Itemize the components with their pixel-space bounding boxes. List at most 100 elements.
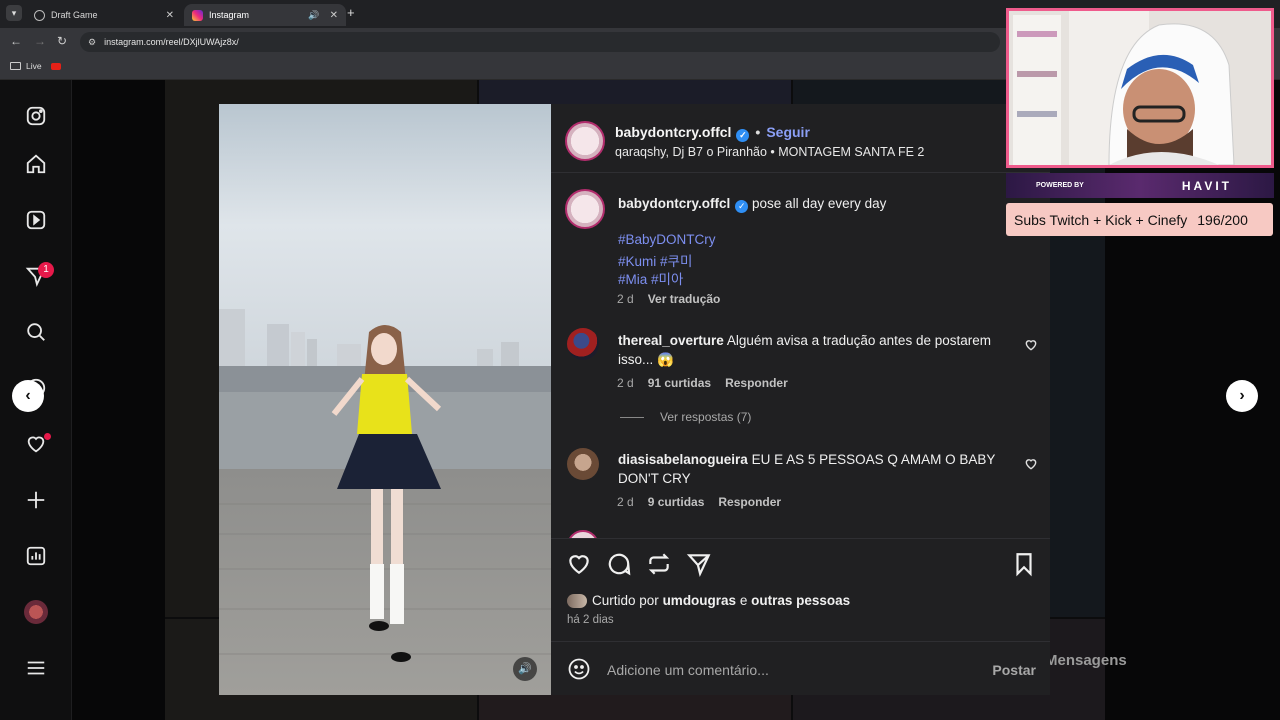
liked-by-prefix: Curtido por (592, 593, 659, 608)
comment-meta: 2 d 9 curtidas Responder (617, 495, 795, 509)
globe-icon (34, 9, 45, 21)
liked-by: Curtido por umdougras e outras pessoas (567, 593, 850, 608)
bookmark-label: Live (26, 61, 42, 71)
reload-icon[interactable]: ↻ (57, 34, 67, 48)
comment-meta: 2 d 91 curtidas Responder (617, 376, 802, 390)
comment-age: 2 d (617, 376, 634, 390)
url-input[interactable]: ⚙ instagram.com/reel/DXjlUWAjz8x/ (80, 32, 1000, 52)
view-replies-label: Ver respostas (7) (660, 410, 752, 424)
verified-badge-icon: ✓ (736, 129, 750, 142)
comment: diasisabelanogueira EU E AS 5 PESSOAS Q … (618, 450, 1008, 488)
subs-label: Subs Twitch + Kick + Cinefy (1014, 211, 1188, 228)
liked-by-user[interactable]: umdougras (663, 593, 737, 608)
replies-line (620, 416, 644, 418)
notification-dot (44, 433, 51, 440)
translate-link[interactable]: Ver tradução (648, 292, 721, 306)
partial-comment-avatar (567, 530, 599, 538)
hashtag-line[interactable]: #BabyDONTCry (618, 232, 716, 247)
bookmark-live[interactable]: Live (10, 61, 61, 71)
subs-goal: Subs Twitch + Kick + Cinefy 196/200 (1006, 203, 1273, 236)
caption-text: pose all day every day (752, 196, 887, 211)
comment-composer: Adicione um comentário... Postar (551, 641, 1050, 695)
comment-avatar[interactable] (567, 328, 599, 360)
caption-age: 2 d (617, 292, 634, 306)
caption-avatar[interactable] (565, 189, 605, 229)
home-icon[interactable] (24, 152, 48, 176)
reply-button[interactable]: Responder (725, 376, 788, 390)
tab-label: Instagram (209, 10, 250, 20)
folder-icon (10, 62, 21, 70)
verified-badge-icon: ✓ (735, 200, 749, 213)
instagram-logo-icon[interactable] (24, 104, 48, 128)
next-post-button[interactable]: › (1226, 380, 1258, 412)
comment-likes[interactable]: 91 curtidas (648, 376, 711, 390)
comment-likes[interactable]: 9 curtidas (648, 495, 705, 509)
emoji-icon[interactable] (567, 657, 591, 681)
back-arrow-icon[interactable]: ← (10, 34, 22, 48)
sponsor-banner: POWERED BY HAVIT (1006, 173, 1274, 198)
comment-avatar[interactable] (567, 448, 599, 480)
previous-post-button[interactable]: ‹ (12, 380, 44, 412)
subs-count: 196/200 (1197, 211, 1248, 228)
tab-instagram[interactable]: Instagram 🔊 ✕ (184, 4, 346, 26)
repost-icon[interactable] (646, 551, 672, 577)
dot-separator: • (755, 124, 761, 140)
audio-track[interactable]: qaraqshy, Dj B7 o Piranhão • MONTAGEM SA… (615, 145, 924, 159)
url-text: instagram.com/reel/DXjlUWAjz8x/ (104, 37, 239, 47)
menu-icon[interactable] (24, 656, 48, 680)
like-comment-icon[interactable] (1024, 338, 1038, 352)
forward-arrow-icon[interactable]: → (34, 34, 46, 48)
create-icon[interactable] (24, 488, 48, 512)
post-comment-button[interactable]: Postar (992, 662, 1036, 678)
reply-button[interactable]: Responder (718, 495, 781, 509)
messages-label[interactable]: Mensagens (1045, 652, 1127, 669)
follow-button[interactable]: Seguir (766, 124, 810, 140)
comment: thereal_overture Alguém avisa a tradução… (618, 331, 1008, 369)
save-icon[interactable] (1011, 551, 1037, 577)
post-header: babydontcry.offcl ✓ • Seguir (615, 124, 810, 142)
site-settings-icon[interactable]: ⚙ (88, 37, 96, 48)
video-frame (219, 104, 551, 695)
tab-draft-game[interactable]: Draft Game ✕ (26, 4, 182, 26)
sponsor-powered-label: POWERED BY (1036, 182, 1084, 189)
comment-username[interactable]: thereal_overture (618, 333, 724, 348)
comment-age: 2 d (617, 495, 634, 509)
post-actions (551, 538, 1050, 588)
liked-by-avatars (567, 593, 587, 608)
liked-by-others[interactable]: outras pessoas (751, 593, 850, 608)
like-icon[interactable] (566, 551, 592, 577)
new-tab-button[interactable]: + (347, 6, 355, 20)
comment-input[interactable]: Adicione um comentário... (607, 662, 769, 678)
tab-search-button[interactable]: ▾ (6, 5, 22, 21)
caption: babydontcry.offcl ✓ pose all day every da… (618, 195, 1018, 213)
comment-username[interactable]: diasisabelanogueira (618, 452, 748, 467)
caption-username[interactable]: babydontcry.offcl (618, 196, 730, 211)
tab-label: Draft Game (51, 10, 98, 20)
webcam-feed (1009, 11, 1271, 165)
liked-by-mid: e (739, 593, 748, 608)
reel-video[interactable]: 🔊 (219, 104, 551, 695)
reels-icon[interactable] (24, 208, 48, 232)
screen: ▾ Draft Game ✕ Instagram 🔊 ✕ + ← → ↻ ⚙ i… (0, 0, 1280, 720)
like-comment-icon[interactable] (1024, 457, 1038, 471)
dashboard-icon[interactable] (24, 544, 48, 568)
instagram-favicon-icon (192, 9, 203, 21)
author-avatar[interactable] (565, 121, 605, 161)
caption-meta: 2 d Ver tradução (617, 292, 734, 306)
comment-icon[interactable] (606, 551, 632, 577)
sponsor-brand: HAVIT (1181, 178, 1232, 193)
search-icon[interactable] (24, 320, 48, 344)
hashtag-line[interactable]: #Mia #미아 (618, 268, 683, 288)
hashtag-line[interactable]: #Kumi #쿠미 (618, 250, 692, 270)
post-age: há 2 dias (567, 614, 614, 626)
audio-toggle-icon[interactable]: 🔊 (513, 657, 537, 681)
view-replies-button[interactable]: Ver respostas (7) (620, 410, 751, 424)
notification-badge: 1 (38, 262, 54, 278)
speaker-icon[interactable]: 🔊 (308, 10, 319, 21)
profile-avatar-icon[interactable] (24, 600, 48, 624)
close-tab-icon[interactable]: ✕ (330, 10, 338, 21)
webcam-overlay (1006, 8, 1274, 168)
author-username[interactable]: babydontcry.offcl (615, 124, 731, 140)
close-tab-icon[interactable]: ✕ (166, 10, 174, 21)
share-icon[interactable] (686, 551, 712, 577)
